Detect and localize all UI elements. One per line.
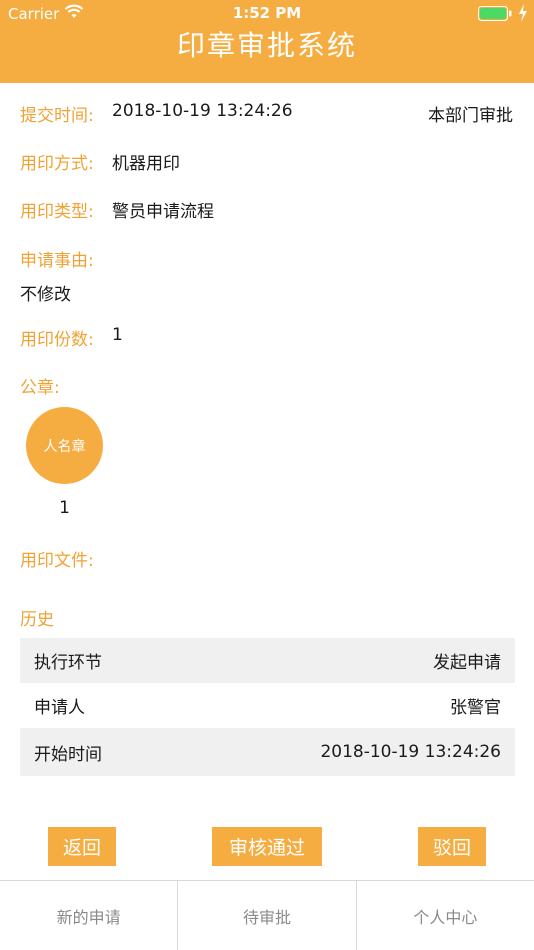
tab-personal-center[interactable]: 个人中心 xyxy=(355,881,534,950)
copies-label: 用印份数: xyxy=(20,330,94,350)
copies-value: 1 xyxy=(112,325,123,345)
history-table: 执行环节 发起申请 申请人 张警官 开始时间 2018-10-19 13:24:… xyxy=(20,638,515,776)
reason-value: 不修改 xyxy=(20,285,71,305)
history-key: 执行环节 xyxy=(34,653,102,673)
approve-button[interactable]: 审核通过 xyxy=(212,827,322,866)
history-key: 申请人 xyxy=(34,698,85,718)
reason-label: 申请事由: xyxy=(20,251,94,271)
type-label: 用印类型: xyxy=(20,202,94,222)
reject-button[interactable]: 驳回 xyxy=(418,827,486,866)
tab-pending-approval[interactable]: 待审批 xyxy=(177,881,355,950)
status-time: 1:52 PM xyxy=(232,4,302,22)
tab-bar: 新的申请 待审批 个人中心 xyxy=(0,880,534,950)
page-title: 印章审批系统 xyxy=(176,29,357,62)
approval-scope: 本部门审批 xyxy=(428,106,513,126)
table-row: 申请人 张警官 xyxy=(20,683,515,728)
method-value: 机器用印 xyxy=(112,154,180,174)
seal-count: 1 xyxy=(59,498,70,518)
history-value: 发起申请 xyxy=(433,653,501,673)
method-label: 用印方式: xyxy=(20,154,94,174)
seal-label: 公章: xyxy=(20,378,60,398)
submit-time-label: 提交时间: xyxy=(20,106,94,126)
tab-new-application[interactable]: 新的申请 xyxy=(0,881,177,950)
table-row: 开始时间 2018-10-19 13:24:26 xyxy=(20,728,515,776)
submit-time-value: 2018-10-19 13:24:26 xyxy=(112,101,293,121)
history-value: 2018-10-19 13:24:26 xyxy=(320,742,501,762)
charging-icon xyxy=(519,4,527,22)
battery-icon xyxy=(478,6,512,21)
table-row: 执行环节 发起申请 xyxy=(20,638,515,683)
history-value: 张警官 xyxy=(450,698,501,718)
files-label: 用印文件: xyxy=(20,551,94,571)
history-title: 历史 xyxy=(20,610,54,630)
type-value: 警员申请流程 xyxy=(112,202,214,222)
seal-item[interactable]: 人名章 xyxy=(26,407,103,484)
history-key: 开始时间 xyxy=(34,744,102,765)
seal-name: 人名章 xyxy=(43,438,86,455)
app-header: Carrier 1:52 PM 印章审批系统 xyxy=(0,0,534,83)
back-button[interactable]: 返回 xyxy=(48,827,116,866)
